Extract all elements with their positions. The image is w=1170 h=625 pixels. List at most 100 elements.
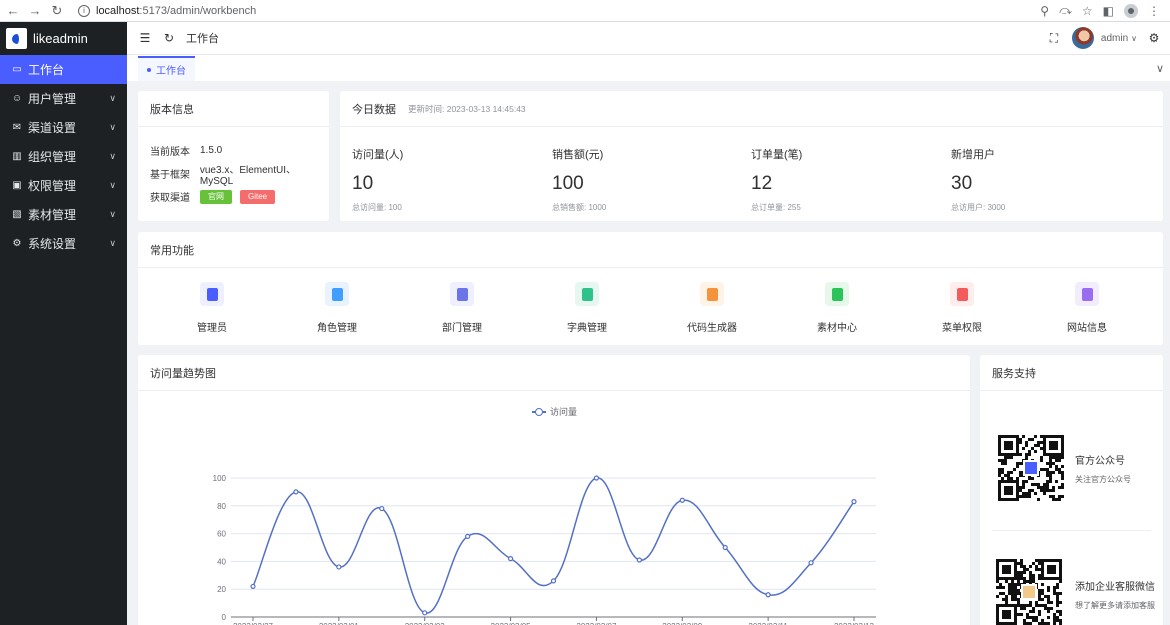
channel-row: 获取渠道 官网 Gitee: [138, 185, 329, 208]
function-website[interactable]: 网站信息: [1037, 282, 1137, 334]
card-title: 今日数据 更新时间: 2023-03-13 14:45:43: [340, 91, 1163, 127]
forward-icon[interactable]: →: [26, 2, 44, 20]
tabs-bar: 工作台 ∨: [127, 55, 1170, 81]
tab-workbench[interactable]: 工作台: [138, 56, 195, 81]
function-admin[interactable]: 管理员: [162, 282, 262, 334]
brand[interactable]: likeadmin: [0, 22, 127, 55]
code-icon: [700, 282, 724, 306]
sidebar-item-label: 组织管理: [28, 150, 77, 164]
stat-label: 订单量(笔): [751, 149, 803, 161]
gear-icon: ⚙: [12, 238, 22, 249]
browser-toolbar: ← → ↻ i localhost:5173/admin/workbench ⚲…: [0, 0, 1170, 22]
card-title: 服务支持: [980, 355, 1163, 391]
material-icon: [825, 282, 849, 306]
website-icon: [1075, 282, 1099, 306]
menu-icon: [950, 282, 974, 306]
version-title: 版本信息: [150, 103, 194, 116]
data-point: [293, 489, 299, 495]
service-title: 服务支持: [992, 367, 1036, 380]
sidebar-item-label: 用户管理: [28, 92, 77, 106]
sidebar-item-label: 素材管理: [28, 208, 77, 222]
user-name[interactable]: admin: [1101, 33, 1128, 44]
data-point: [636, 557, 642, 563]
gitee-link[interactable]: Gitee: [240, 189, 276, 204]
avatar[interactable]: [1071, 27, 1094, 49]
function-label: 管理员: [197, 323, 227, 334]
function-department[interactable]: 部门管理: [412, 282, 512, 334]
stat-value: 12: [751, 173, 773, 194]
building-icon: ▥: [12, 151, 22, 162]
series-line: [252, 477, 855, 614]
version-value: 1.5.0: [200, 145, 223, 156]
profile-icon[interactable]: [1124, 3, 1138, 18]
more-icon[interactable]: ⋮: [1148, 4, 1160, 18]
refresh-icon[interactable]: ↻: [161, 30, 177, 46]
chevron-down-icon: ∨: [109, 180, 116, 190]
star-icon[interactable]: ☆: [1082, 4, 1093, 18]
framework-key: 基于框架: [150, 170, 190, 181]
official-site-link[interactable]: 官网: [200, 189, 232, 204]
sidebar-item-2[interactable]: ✉ 渠道设置 ∨: [0, 113, 127, 142]
sidebar-item-0[interactable]: ▭ 工作台: [0, 55, 127, 84]
data-point: [808, 560, 814, 566]
top-header: ☰ ↻ 工作台 ⛶ admin ∨ ⚙: [127, 22, 1170, 55]
trend-chart: 0204060801002023/02/272023/03/012023/03/…: [213, 474, 876, 625]
sidebar-item-4[interactable]: ▣ 权限管理 ∨: [0, 171, 127, 200]
data-point: [765, 592, 771, 598]
tabs-dropdown-icon[interactable]: ∨: [1156, 62, 1164, 75]
site-info-icon[interactable]: i: [78, 4, 90, 17]
chevron-down-icon[interactable]: ∨: [1131, 34, 1137, 43]
y-tick-label: 40: [217, 557, 226, 566]
stat-item: 新增用户 30 总访用户: 3000: [951, 146, 1005, 213]
share-icon[interactable]: ⤼: [1059, 3, 1072, 18]
divider: [992, 530, 1151, 531]
version-card: 版本信息 当前版本 1.5.0 基于框架 vue3.x、ElementUI、My…: [138, 91, 329, 221]
function-menu[interactable]: 菜单权限: [912, 282, 1012, 334]
department-icon: [450, 282, 474, 306]
settings-gear-icon[interactable]: ⚙: [1146, 30, 1162, 46]
sidebar-menu: ▭ 工作台 ☺ 用户管理 ∨ ✉ 渠道设置 ∨ ▥ 组织管理 ∨ ▣ 权限管理 ∨ ▧ 素材管理 ∨ ⚙ 系统设置 ∨: [0, 55, 127, 258]
back-icon[interactable]: ←: [4, 2, 22, 20]
y-tick-label: 100: [213, 474, 227, 483]
framework-row: 基于框架 vue3.x、ElementUI、MySQL: [138, 162, 329, 187]
user-icon: ☺: [11, 93, 23, 104]
card-title: 版本信息: [138, 91, 329, 127]
function-dictionary[interactable]: 字典管理: [537, 282, 637, 334]
reload-icon[interactable]: ↻: [48, 2, 66, 20]
data-point: [507, 556, 514, 562]
trend-card: 访问量趋势图 访问量 0204060801002023/02/272023/03…: [138, 355, 970, 625]
data-point: [422, 610, 428, 616]
address-bar[interactable]: i localhost:5173/admin/workbench: [78, 4, 257, 17]
sidebar-item-1[interactable]: ☺ 用户管理 ∨: [0, 84, 127, 113]
function-material[interactable]: 素材中心: [787, 282, 887, 334]
sidebar-item-6[interactable]: ⚙ 系统设置 ∨: [0, 229, 127, 258]
fullscreen-icon[interactable]: ⛶: [1046, 30, 1062, 46]
function-label: 菜单权限: [942, 323, 982, 334]
key-icon[interactable]: ⚲: [1040, 4, 1049, 18]
sidebar-item-label: 工作台: [28, 63, 65, 77]
customer-service-title: 添加企业客服微信: [1075, 582, 1155, 593]
sidepanel-icon[interactable]: ◧: [1103, 4, 1114, 18]
stat-value: 30: [951, 173, 973, 194]
url-host: localhost: [96, 4, 140, 17]
y-tick-label: 60: [217, 530, 226, 539]
function-label: 网站信息: [1067, 323, 1107, 334]
today-data-card: 今日数据 更新时间: 2023-03-13 14:45:43 访问量(人) 10 总…: [340, 91, 1163, 221]
tab-label: 工作台: [156, 66, 186, 77]
menu-fold-icon[interactable]: ☰: [137, 30, 153, 46]
sidebar-item-3[interactable]: ▥ 组织管理 ∨: [0, 142, 127, 171]
tab-active-dot: [147, 67, 151, 72]
monitor-icon: ▭: [12, 64, 22, 75]
image-icon: ▧: [12, 209, 22, 220]
data-point: [593, 475, 600, 481]
lock-icon: ▣: [12, 180, 22, 191]
sidebar-item-5[interactable]: ▧ 素材管理 ∨: [0, 200, 127, 229]
card-title: 常用功能: [138, 232, 1163, 268]
function-role[interactable]: 角色管理: [287, 282, 387, 334]
sidebar-item-label: 渠道设置: [28, 121, 77, 135]
function-code[interactable]: 代码生成器: [662, 282, 762, 334]
today-title: 今日数据: [352, 103, 396, 116]
customer-service-qr-image: [996, 559, 1062, 625]
data-point: [465, 533, 471, 539]
url-path: :5173/admin/workbench: [139, 4, 257, 17]
